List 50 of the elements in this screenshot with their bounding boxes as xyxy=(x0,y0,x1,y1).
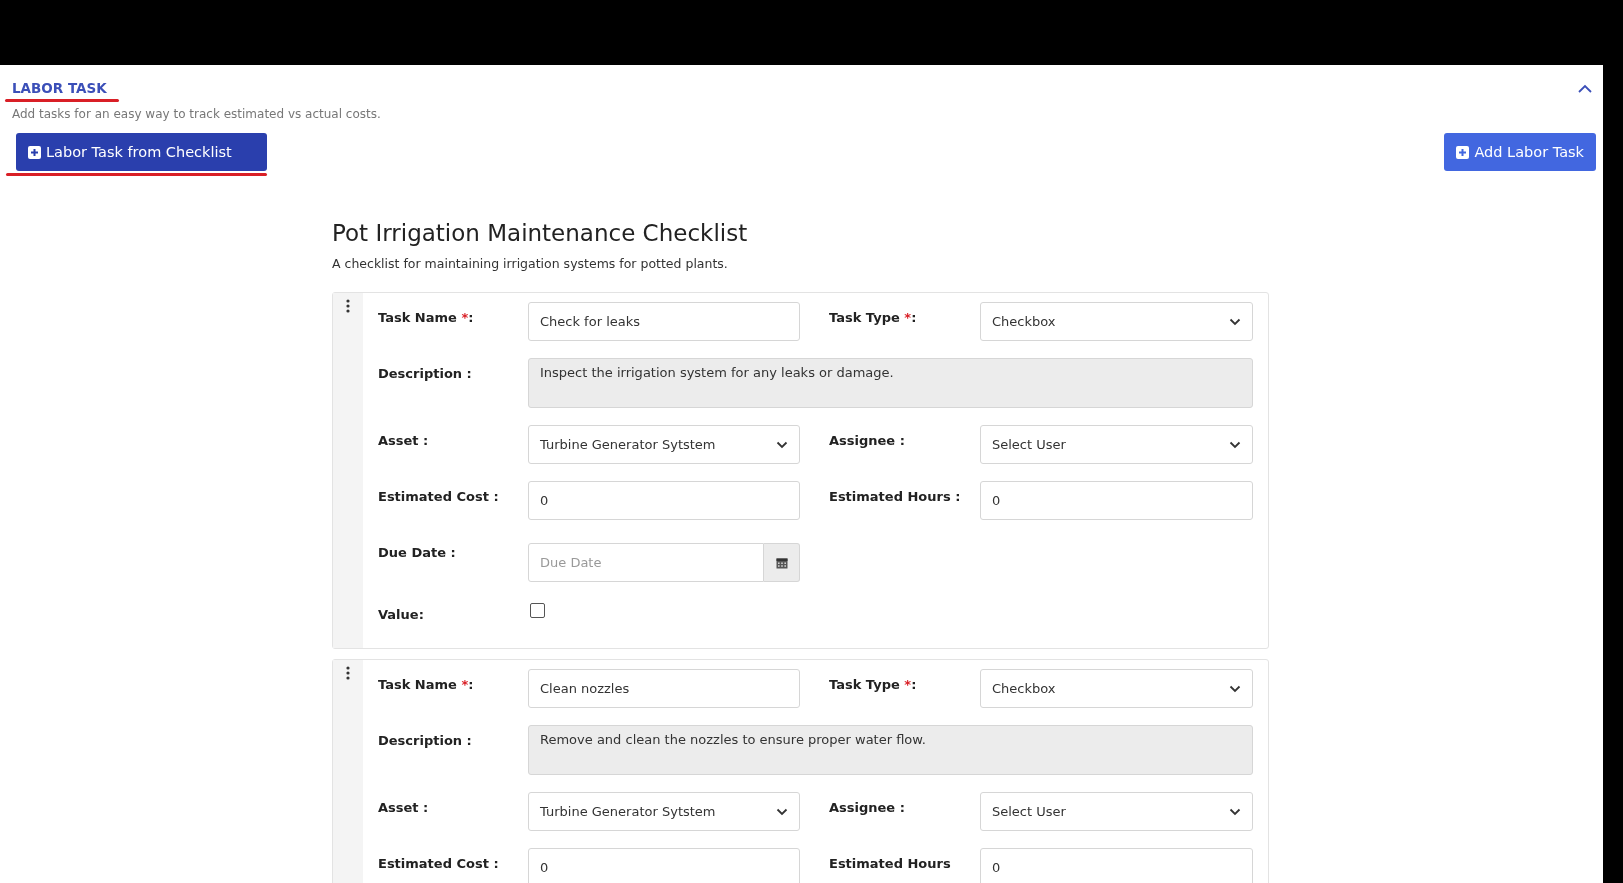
chevron-up-icon xyxy=(1578,84,1592,93)
caret-icon xyxy=(1229,317,1241,326)
plus-square-icon xyxy=(28,145,41,159)
drag-handle-icon[interactable] xyxy=(346,666,350,680)
select-field[interactable]: Turbine Generator Sytstem xyxy=(528,792,800,831)
caret-icon xyxy=(776,440,788,449)
field-label: Asset : xyxy=(378,799,430,817)
field-label: Task Type *: xyxy=(829,309,918,327)
text-field[interactable]: 0 xyxy=(528,481,800,520)
select-field[interactable]: Select User xyxy=(980,792,1253,831)
description-field[interactable]: Inspect the irrigation system for any leaks or damage. xyxy=(528,358,1253,408)
calendar-button[interactable] xyxy=(764,543,800,582)
caret-icon xyxy=(1229,807,1241,816)
section-title: LABOR TASK xyxy=(11,79,108,97)
text-field[interactable]: 0 xyxy=(528,848,800,883)
drag-handle-icon[interactable] xyxy=(346,299,350,313)
select-field[interactable]: Select User xyxy=(980,425,1253,464)
field-label: Estimated Cost : xyxy=(378,855,500,873)
caret-icon xyxy=(1229,684,1241,693)
caret-icon xyxy=(1229,440,1241,449)
field-label: Assignee : xyxy=(829,432,906,450)
field-label: Task Name *: xyxy=(378,676,475,694)
field-label: Estimated Hours : xyxy=(829,488,962,506)
field-label: Estimated Hours xyxy=(829,855,952,873)
section-subtitle: Add tasks for an easy way to track estimated vs actual costs. xyxy=(11,107,382,121)
select-field[interactable]: Checkbox xyxy=(980,302,1253,341)
select-field[interactable]: Turbine Generator Sytstem xyxy=(528,425,800,464)
text-field[interactable]: 0 xyxy=(980,481,1253,520)
description-field[interactable]: Remove and clean the nozzles to ensure proper water flow. xyxy=(528,725,1253,775)
field-label: Task Name *: xyxy=(378,309,475,327)
checklist-title: Pot Irrigation Maintenance Checklist xyxy=(332,220,749,246)
add-button[interactable]: Add Labor Task xyxy=(1444,133,1596,171)
checklist-description: A checklist for maintaining irrigation systems for potted plants. xyxy=(332,256,729,271)
text-field[interactable]: Check for leaks xyxy=(528,302,800,341)
field-label: Value: xyxy=(378,606,425,624)
text-field[interactable]: 0 xyxy=(980,848,1253,883)
caret-icon xyxy=(776,807,788,816)
field-label: Task Type *: xyxy=(829,676,918,694)
add-button[interactable]: Labor Task from Checklist xyxy=(16,133,267,171)
field-label: Due Date : xyxy=(378,544,457,562)
field-label: Description : xyxy=(378,365,473,383)
calendar-icon xyxy=(775,556,788,569)
field-label: Asset : xyxy=(378,432,430,450)
text-field[interactable]: Clean nozzles xyxy=(528,669,800,708)
plus-square-icon xyxy=(1456,145,1470,159)
checkbox[interactable] xyxy=(530,603,545,618)
field-label: Assignee : xyxy=(829,799,906,817)
select-field[interactable]: Checkbox xyxy=(980,669,1253,708)
field-label: Estimated Cost : xyxy=(378,488,500,506)
field-label: Description : xyxy=(378,732,473,750)
